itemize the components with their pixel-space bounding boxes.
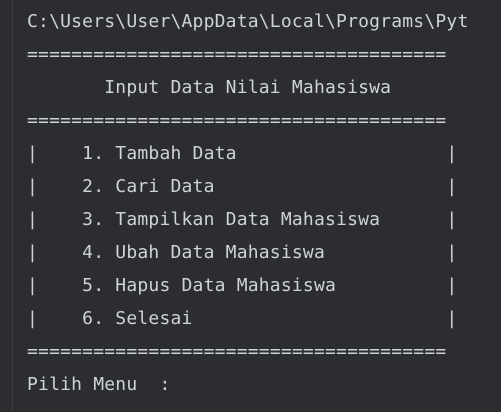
menu-item-hapus-data: | 5. Hapus Data Mahasiswa | — [27, 275, 458, 296]
menu-item-selesai: | 6. Selesai | — [27, 308, 458, 329]
menu-item-cari-data: | 2. Cari Data | — [27, 176, 458, 197]
run-console-output[interactable]: C:\Users\User\AppData\Local\Programs\Pyt… — [13, 0, 501, 412]
console-gutter — [0, 0, 12, 412]
input-caret — [201, 377, 203, 395]
menu-item-ubah-data: | 4. Ubah Data Mahasiswa | — [27, 242, 458, 263]
menu-input-prompt[interactable]: Pilih Menu : — [27, 374, 170, 396]
separator-line: ====================================== — [27, 110, 447, 131]
menu-item-tambah-data: | 1. Tambah Data | — [27, 143, 458, 164]
separator-line: ====================================== — [27, 44, 447, 65]
program-title: Input Data Nilai Mahasiswa — [27, 77, 392, 98]
interpreter-path-line: C:\Users\User\AppData\Local\Programs\Pyt — [27, 11, 469, 32]
menu-item-tampilkan-data: | 3. Tampilkan Data Mahasiswa | — [27, 209, 458, 230]
separator-line: ====================================== — [27, 341, 447, 362]
